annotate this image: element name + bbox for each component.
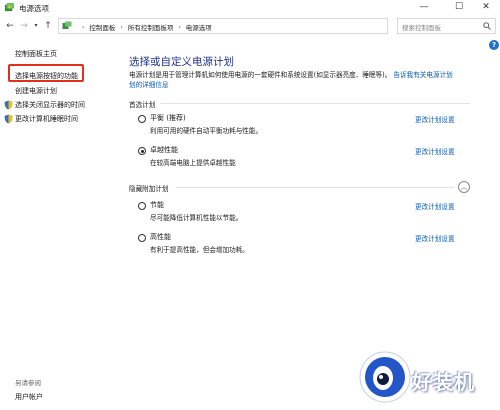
sidebar-item-sleep-time[interactable]: 更改计算机睡眠时间 xyxy=(15,114,78,124)
chevron-up-icon[interactable]: ︿ xyxy=(458,181,470,193)
section-divider xyxy=(160,103,470,104)
shield-icon xyxy=(4,114,13,124)
search-icon xyxy=(483,22,491,30)
control-panel-icon xyxy=(62,21,72,29)
plan-desc-ultimate-performance: 在较高端电脑上提供卓越性能 xyxy=(150,159,236,167)
sidebar-item-display-off[interactable]: 选择关闭显示器的时间 xyxy=(15,100,85,110)
plan-name-ultimate-performance: 卓越性能 xyxy=(150,146,178,154)
learn-more-link-continued[interactable]: 划的详细信息 xyxy=(129,81,169,89)
change-plan-settings-link[interactable]: 更改计划设置 xyxy=(415,201,455,211)
plan-radio-high-performance[interactable] xyxy=(138,234,146,242)
recent-locations-icon[interactable]: ▾ xyxy=(30,20,42,32)
sidebar: 控制面板主页 选择电源按钮的功能 创建电源计划 选择关闭显示器的时间 更改计算机… xyxy=(0,36,120,410)
watermark-logo-icon xyxy=(359,351,411,403)
breadcrumb-separator-icon[interactable]: › xyxy=(178,24,180,31)
help-icon[interactable]: ? xyxy=(489,40,499,50)
highlight-annotation xyxy=(8,64,84,82)
breadcrumb: › 控制面板 › 所有控制面板项 › 电源选项 xyxy=(77,22,212,33)
up-arrow-icon[interactable]: ↑ xyxy=(42,20,54,32)
plan-radio-balanced[interactable] xyxy=(138,115,146,123)
intro-text: 电源计划是用于管理计算机如何使用电源的一套硬件和系统设置(如显示器亮度、睡眠等)… xyxy=(129,70,469,90)
breadcrumb-all-items[interactable]: 所有控制面板项 xyxy=(128,22,174,32)
plan-desc-high-performance: 有利于提高性能，但会增加功耗。 xyxy=(150,246,249,254)
learn-more-link[interactable]: 告诉我有关电源计划 xyxy=(393,71,452,79)
plan-name-power-saver: 节能 xyxy=(150,201,164,209)
hidden-plans-label: 隐藏附加计划 xyxy=(129,185,169,193)
plan-radio-ultimate-performance[interactable] xyxy=(138,147,146,155)
sidebar-item-user-accounts[interactable]: 用户帐户 xyxy=(15,392,43,402)
plan-desc-balanced: 利用可用的硬件自动平衡功耗与性能。 xyxy=(150,127,263,135)
search-input[interactable]: 搜索控制面板 xyxy=(397,18,496,34)
window-title: 电源选项 xyxy=(19,4,49,13)
plan-desc-power-saver: 尽可能降低计算机性能以节能。 xyxy=(150,214,243,222)
search-placeholder: 搜索控制面板 xyxy=(402,24,441,32)
intro-description: 电源计划是用于管理计算机如何使用电源的一套硬件和系统设置(如显示器亮度、睡眠等)… xyxy=(129,71,392,79)
address-bar[interactable]: › 控制面板 › 所有控制面板项 › 电源选项 ⌄ ↻ xyxy=(58,18,443,34)
back-arrow-icon[interactable]: ← xyxy=(4,20,16,32)
page-title: 选择或自定义电源计划 xyxy=(129,56,234,68)
watermark-text: 好装机 xyxy=(412,370,475,394)
navigation-bar: ← → ▾ ↑ › 控制面板 › 所有控制面板项 › 电源选项 ⌄ ↻ 搜索控制… xyxy=(0,16,500,36)
close-icon[interactable]: ✕ xyxy=(472,0,500,16)
maximize-icon[interactable]: ☐ xyxy=(445,0,473,16)
plan-name-high-performance: 高性能 xyxy=(150,233,171,241)
breadcrumb-separator-icon[interactable]: › xyxy=(120,24,122,31)
power-options-icon xyxy=(4,2,15,12)
change-plan-settings-link[interactable]: 更改计划设置 xyxy=(415,233,455,243)
forward-arrow-icon[interactable]: → xyxy=(18,20,30,32)
breadcrumb-separator-icon[interactable]: › xyxy=(82,24,84,31)
minimize-icon[interactable]: — xyxy=(410,0,438,16)
breadcrumb-control-panel[interactable]: 控制面板 xyxy=(89,22,115,32)
change-plan-settings-link[interactable]: 更改计划设置 xyxy=(415,146,455,156)
plan-radio-power-saver[interactable] xyxy=(138,202,146,210)
section-divider xyxy=(176,187,454,188)
see-also-heading: 另请参阅 xyxy=(15,379,41,387)
sidebar-item-create-plan[interactable]: 创建电源计划 xyxy=(15,86,57,96)
preferred-plans-label: 首选计划 xyxy=(129,101,156,109)
sidebar-item-home[interactable]: 控制面板主页 xyxy=(15,49,57,59)
breadcrumb-power-options[interactable]: 电源选项 xyxy=(186,22,212,32)
title-bar: 电源选项 — ☐ ✕ xyxy=(0,0,500,16)
plan-name-balanced: 平衡 (推荐) xyxy=(150,114,186,122)
change-plan-settings-link[interactable]: 更改计划设置 xyxy=(415,114,455,124)
shield-icon xyxy=(4,100,13,110)
